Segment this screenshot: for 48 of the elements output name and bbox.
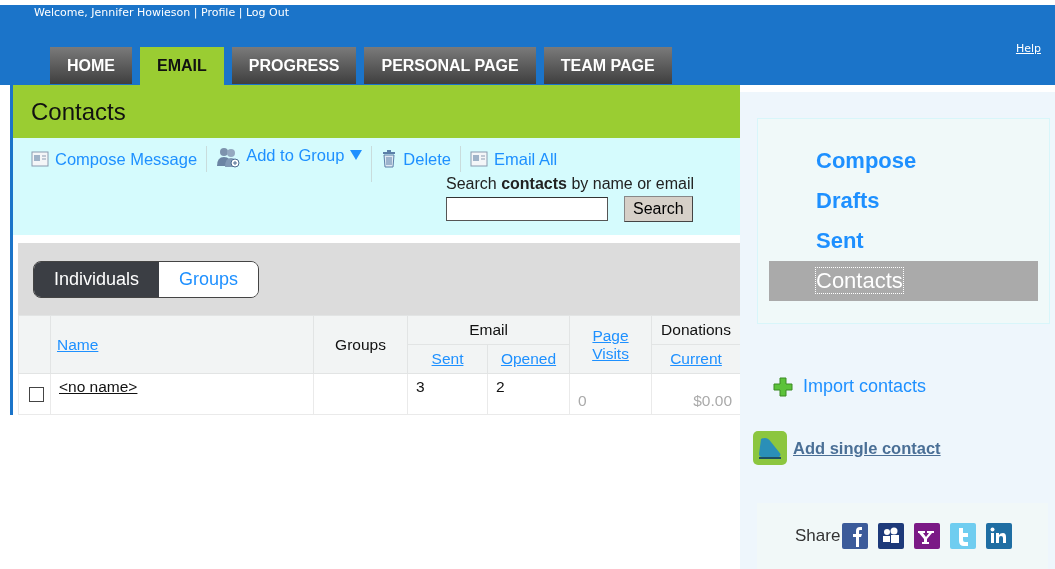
share-label: Share — [795, 526, 841, 546]
table-cell: $0.00 — [693, 392, 732, 409]
sidebar-item[interactable]: Drafts — [769, 181, 1038, 221]
nav-tab[interactable]: PERSONAL PAGE — [364, 47, 536, 84]
sidebar-item[interactable]: Sent — [769, 221, 1038, 261]
separator: | — [193, 6, 198, 19]
social-icon[interactable] — [842, 523, 869, 549]
logout-link[interactable]: Log Out — [245, 6, 289, 19]
add-contact-link[interactable]: Add single contact — [793, 438, 941, 458]
column-header: Donations — [661, 321, 731, 338]
contact-name[interactable]: <no name> — [59, 378, 138, 395]
dropdown-caret-icon[interactable] — [350, 150, 363, 161]
message-icon — [31, 151, 49, 168]
nav-tab[interactable]: EMAIL — [140, 47, 224, 85]
social-icon[interactable] — [986, 523, 1013, 549]
message-icon — [470, 151, 488, 168]
sidebar-item[interactable]: Compose — [769, 141, 1038, 181]
sort-link[interactable]: Name — [57, 335, 99, 353]
search-button[interactable]: Search — [624, 196, 693, 223]
sidebar-item[interactable]: Contacts — [769, 261, 1038, 301]
table-cell: 2 — [496, 378, 505, 395]
welcome-text: Welcome, Jennifer Howieson — [34, 6, 191, 19]
view-toggle[interactable]: Individuals — [34, 261, 160, 297]
search-label: Search contacts by name or email — [446, 175, 695, 194]
help-link[interactable]: Help — [1015, 42, 1041, 55]
trash-icon — [381, 150, 398, 169]
table-cell: 0 — [578, 392, 587, 409]
toolbar-link[interactable]: Email All — [494, 149, 558, 169]
column-header: Groups — [335, 335, 386, 353]
social-icon[interactable] — [878, 523, 905, 549]
toolbar-link[interactable]: Add to Group — [246, 146, 345, 166]
search-field[interactable] — [446, 197, 608, 222]
nav-tab[interactable]: HOME — [50, 47, 132, 84]
people-icon — [216, 146, 241, 169]
plus-icon — [773, 376, 793, 397]
separator: | — [238, 6, 243, 19]
view-toggle[interactable]: Groups — [159, 261, 259, 297]
profile-link[interactable]: Profile — [200, 6, 236, 19]
page-title: Contacts — [31, 97, 126, 126]
nav-tab[interactable]: TEAM PAGE — [543, 47, 672, 84]
toolbar-link[interactable]: Delete — [403, 149, 451, 169]
social-icon[interactable] — [914, 523, 941, 549]
column-header: Email — [469, 321, 508, 338]
import-link[interactable]: Import contacts — [803, 376, 927, 397]
nav-tab[interactable]: PROGRESS — [231, 47, 357, 84]
row-checkbox[interactable] — [29, 387, 44, 402]
table-cell: 3 — [416, 378, 425, 395]
toolbar-link[interactable]: Compose Message — [55, 149, 198, 169]
